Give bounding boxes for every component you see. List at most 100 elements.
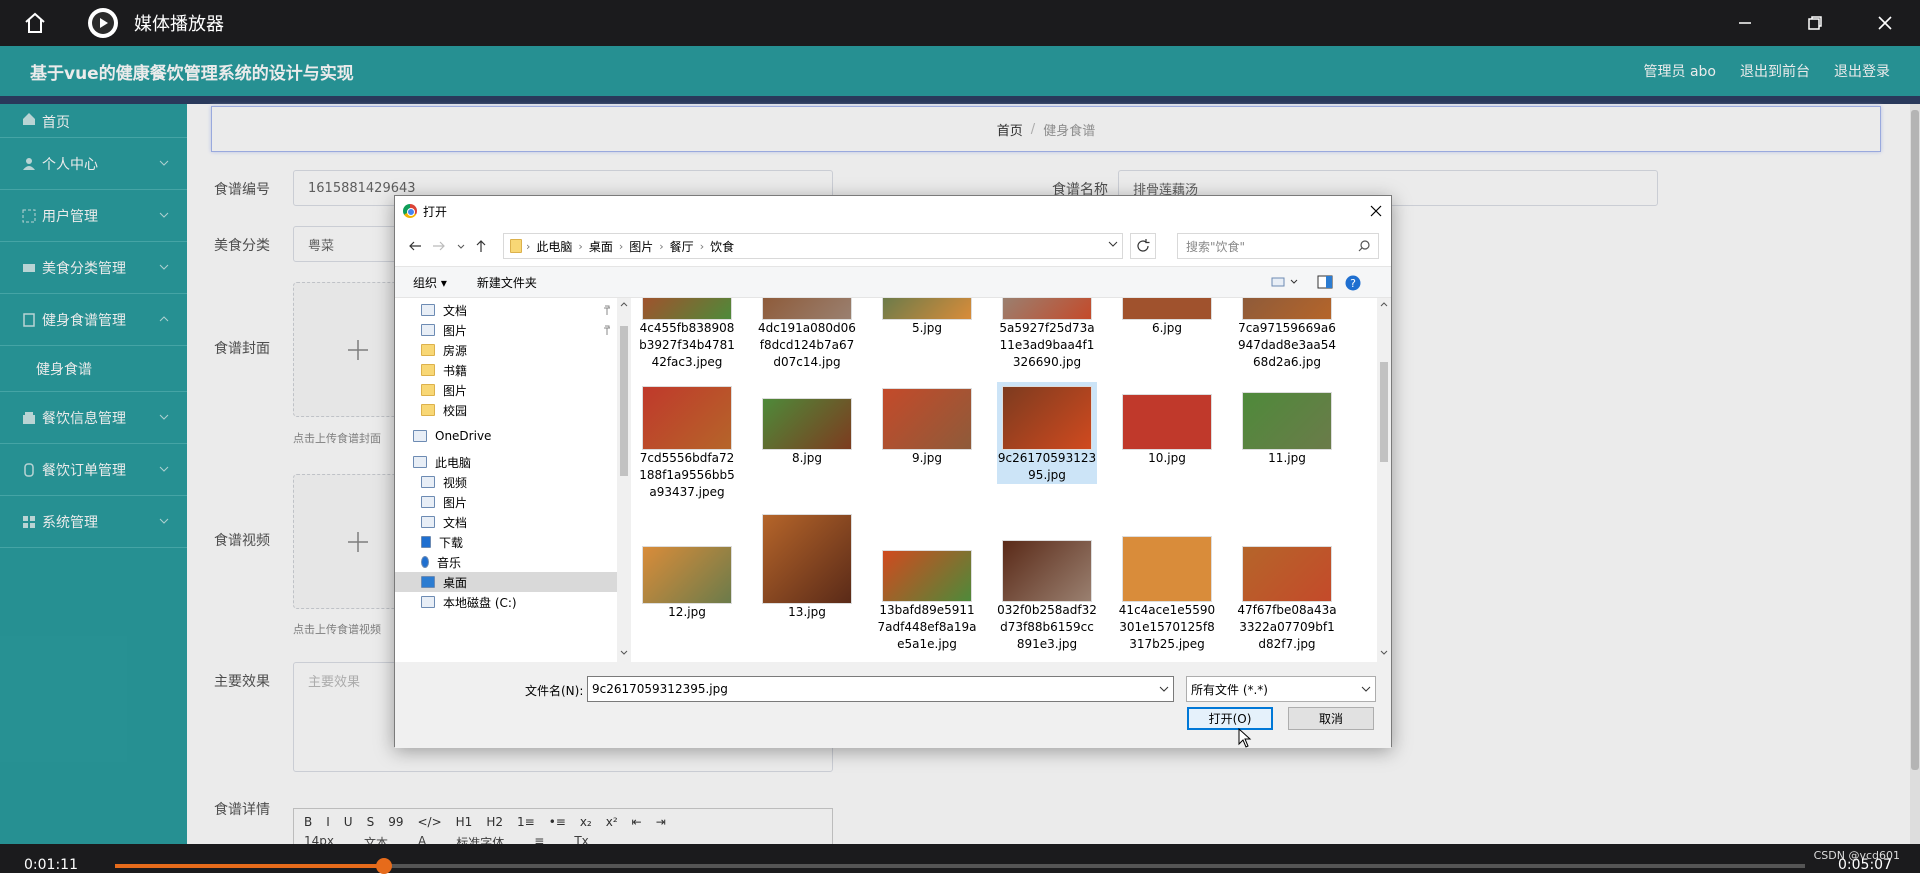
editor-tool-button[interactable]: B xyxy=(304,815,312,829)
editor-tool-button[interactable]: S xyxy=(367,815,375,829)
preview-pane-button[interactable] xyxy=(1317,275,1333,289)
nav-tree-item[interactable]: 文档 xyxy=(395,512,617,532)
breadcrumb-home[interactable]: 首页 xyxy=(997,120,1023,139)
file-item[interactable]: 4dc191a080d06f8dcd124b7a67d07c14.jpg xyxy=(757,298,857,371)
back-button[interactable] xyxy=(405,236,425,256)
file-item[interactable]: 41c4ace1e5590301e1570125f8317b25.jpeg xyxy=(1117,512,1217,653)
nav-tree-item[interactable]: 图片 xyxy=(395,380,617,400)
sidebar-subitem-recipe[interactable]: 健身食谱 xyxy=(0,346,187,392)
sidebar-item-personal[interactable]: 个人中心 xyxy=(0,138,187,190)
file-item[interactable]: 13bafd89e59117adf448ef8a19ae5a1e.jpg xyxy=(877,512,977,653)
file-item[interactable]: 13.jpg xyxy=(757,512,857,621)
sidebar-item-recipe-mgmt[interactable]: 健身食谱管理 xyxy=(0,294,187,346)
sidebar-item-dining-info[interactable]: 餐饮信息管理 xyxy=(0,392,187,444)
nav-tree-item[interactable]: 此电脑 xyxy=(395,452,617,472)
seek-handle[interactable] xyxy=(375,858,392,874)
nav-tree-item[interactable]: 书籍 xyxy=(395,360,617,380)
file-item[interactable]: 10.jpg xyxy=(1117,382,1217,467)
editor-tool-button[interactable]: H2 xyxy=(486,815,503,829)
editor-tool-button[interactable]: x² xyxy=(606,815,618,829)
sidebar-item-category[interactable]: 美食分类管理 xyxy=(0,242,187,294)
sidebar-item-orders[interactable]: 餐饮订单管理 xyxy=(0,444,187,496)
nav-tree-item[interactable]: 下载 xyxy=(395,532,617,552)
scroll-down-icon[interactable] xyxy=(1380,650,1388,655)
nav-tree-item[interactable]: 桌面 xyxy=(395,572,617,592)
organize-menu[interactable]: 组织 ▾ xyxy=(413,274,447,291)
nav-tree-item[interactable]: 图片 xyxy=(395,492,617,512)
navigation-scrollbar[interactable] xyxy=(617,298,631,662)
back-to-front-link[interactable]: 退出到前台 xyxy=(1740,61,1810,81)
nav-tree-item[interactable]: 音乐 xyxy=(395,552,617,572)
up-button[interactable] xyxy=(471,236,491,256)
filetype-select[interactable]: 所有文件 (*.*) xyxy=(1186,676,1376,702)
path-segment[interactable]: 餐厅 xyxy=(670,238,694,255)
file-item[interactable]: 7ca97159669a6947dad8e3aa5468d2a6.jpg xyxy=(1237,298,1337,371)
scroll-up-icon[interactable] xyxy=(620,302,628,307)
page-scrollbar[interactable] xyxy=(1910,104,1920,844)
file-item[interactable]: 8.jpg xyxy=(757,382,857,467)
file-item[interactable]: 6.jpg xyxy=(1117,298,1217,337)
editor-tool-button[interactable]: I xyxy=(326,815,330,829)
editor-tool-button[interactable]: U xyxy=(344,815,353,829)
new-folder-button[interactable]: 新建文件夹 xyxy=(477,274,537,291)
player-home-button[interactable] xyxy=(0,0,70,46)
file-item[interactable]: 032f0b258adf32d73f88b6159cc891e3.jpg xyxy=(997,512,1097,653)
editor-tool-button[interactable]: H1 xyxy=(456,815,473,829)
file-item[interactable]: 11.jpg xyxy=(1237,382,1337,467)
file-item[interactable]: 47f67fbe08a43a3322a07709bf1d82f7.jpg xyxy=(1237,512,1337,653)
address-bar[interactable]: › 此电脑 › 桌面 › 图片 › 餐厅 › 饮食 xyxy=(503,233,1123,259)
file-item[interactable]: 4c455fb838908b3927f34b478142fac3.jpeg xyxy=(637,298,737,371)
path-segment[interactable]: 图片 xyxy=(629,238,653,255)
nav-tree-item[interactable]: 图片 xyxy=(395,320,617,340)
breadcrumb: 首页 / 健身食谱 xyxy=(211,106,1881,152)
nav-tree-item[interactable]: 视频 xyxy=(395,472,617,492)
editor-tool-button[interactable]: ⇥ xyxy=(656,815,666,829)
logout-link[interactable]: 退出登录 xyxy=(1834,61,1890,81)
file-name: 5.jpg xyxy=(911,321,943,335)
file-item[interactable]: 9c2617059312395.jpg xyxy=(997,382,1097,484)
refresh-button[interactable] xyxy=(1130,233,1156,259)
scroll-up-icon[interactable] xyxy=(1380,302,1388,307)
open-button[interactable]: 打开(O) xyxy=(1187,707,1273,730)
nav-tree-item[interactable]: 房源 xyxy=(395,340,617,360)
search-input[interactable]: 搜索"饮食" xyxy=(1177,233,1379,259)
file-item[interactable]: 12.jpg xyxy=(637,512,737,621)
filename-input[interactable]: 9c2617059312395.jpg xyxy=(587,676,1174,702)
file-thumbnail xyxy=(1122,298,1212,320)
sidebar-item-users[interactable]: 用户管理 xyxy=(0,190,187,242)
file-list-scrollbar[interactable] xyxy=(1377,298,1391,662)
help-button[interactable]: ? xyxy=(1345,275,1361,291)
file-item[interactable]: 9.jpg xyxy=(877,382,977,467)
minimize-button[interactable] xyxy=(1710,0,1780,46)
nav-tree-item[interactable]: OneDrive xyxy=(395,426,617,446)
sidebar-item-home[interactable]: 首页 xyxy=(0,104,187,138)
chevron-down-icon[interactable] xyxy=(1108,241,1118,247)
recent-locations-button[interactable] xyxy=(451,236,471,256)
nav-tree-label: 文档 xyxy=(443,303,468,318)
nav-tree-item[interactable]: 本地磁盘 (C:) xyxy=(395,592,617,612)
nav-tree-item[interactable]: 校园 xyxy=(395,400,617,420)
editor-tool-button[interactable]: 1≡ xyxy=(517,815,535,829)
editor-tool-button[interactable]: ⇤ xyxy=(632,815,642,829)
editor-tool-button[interactable]: 99 xyxy=(388,815,403,829)
sidebar-item-system[interactable]: 系统管理 xyxy=(0,496,187,548)
cancel-button[interactable]: 取消 xyxy=(1288,707,1374,730)
path-segment[interactable]: 饮食 xyxy=(710,238,734,255)
view-mode-button[interactable] xyxy=(1271,275,1301,289)
restore-button[interactable] xyxy=(1780,0,1850,46)
path-segment[interactable]: 桌面 xyxy=(589,238,613,255)
editor-tool-button[interactable]: </> xyxy=(417,815,441,829)
chevron-down-icon[interactable] xyxy=(1159,686,1169,692)
forward-button[interactable] xyxy=(429,236,449,256)
scroll-down-icon[interactable] xyxy=(620,650,628,655)
close-button[interactable] xyxy=(1850,0,1920,46)
seek-bar[interactable] xyxy=(115,858,1805,874)
file-item[interactable]: 7cd5556bdfa72188f1a9556bb5a93437.jpeg xyxy=(637,382,737,501)
editor-tool-button[interactable]: •≡ xyxy=(549,815,566,829)
dialog-close-button[interactable] xyxy=(1361,196,1391,226)
file-item[interactable]: 5a5927f25d73a11e3ad9baa4f1326690.jpg xyxy=(997,298,1097,371)
nav-tree-item[interactable]: 文档 xyxy=(395,300,617,320)
path-segment[interactable]: 此电脑 xyxy=(536,238,572,255)
file-item[interactable]: 5.jpg xyxy=(877,298,977,337)
editor-tool-button[interactable]: x₂ xyxy=(580,815,592,829)
